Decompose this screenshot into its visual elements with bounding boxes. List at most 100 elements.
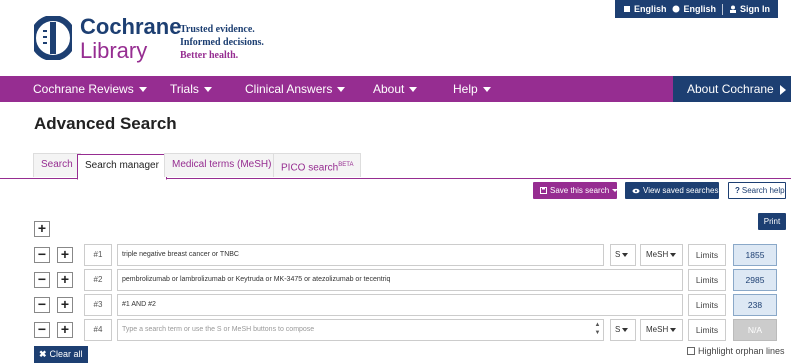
search-term-input[interactable]: #1 AND #2 (117, 294, 683, 316)
sign-in-link[interactable]: Sign In (729, 4, 770, 14)
chevron-down-icon (409, 87, 418, 93)
remove-line-button[interactable]: − (34, 297, 50, 313)
line-number: #1 (84, 244, 112, 266)
view-saved-searches-button[interactable]: View saved searches (625, 182, 719, 199)
tab-label: PICO search (281, 162, 339, 174)
search-select-s[interactable]: S (610, 244, 636, 266)
nav-label: Trials (170, 82, 199, 96)
nav-item-about[interactable]: About (373, 76, 418, 102)
limits-button[interactable]: Limits (688, 244, 726, 266)
clear-all-button[interactable]: ✖ Clear all (34, 346, 88, 363)
remove-line-button[interactable]: − (34, 247, 50, 263)
result-count-button[interactable]: 1855 (733, 244, 777, 266)
search-help-label: Search help (741, 186, 785, 195)
nav-label: Cochrane Reviews (33, 82, 134, 96)
site-logo[interactable]: Cochrane Library (80, 16, 181, 62)
print-button[interactable]: Print (758, 213, 786, 230)
about-cochrane-label: About Cochrane (687, 82, 774, 96)
search-select-s[interactable]: S (610, 319, 636, 341)
close-icon: ✖ (39, 349, 47, 359)
language-link-1[interactable]: English (623, 4, 667, 14)
flag-icon (623, 6, 630, 12)
language-label-1: English (633, 4, 667, 14)
tab-label: Search manager (85, 160, 159, 171)
mesh-label: MeSH (646, 250, 669, 259)
nav-label: About (373, 82, 405, 96)
add-line-button[interactable]: + (34, 221, 50, 237)
sign-in-label: Sign In (740, 4, 770, 14)
tagline: Trusted evidence. Informed decisions. Be… (180, 23, 264, 62)
nav-item-cochrane-reviews[interactable]: Cochrane Reviews (33, 76, 147, 102)
mesh-label: MeSH (646, 325, 669, 334)
save-search-button[interactable]: Save this search (533, 182, 619, 199)
highlight-orphan-toggle[interactable]: Highlight orphan lines (687, 346, 785, 356)
language-label-2: English (683, 4, 716, 14)
language-link-2[interactable]: English (672, 4, 716, 14)
limits-button[interactable]: Limits (688, 294, 726, 316)
remove-line-button[interactable]: − (34, 272, 50, 288)
nav-item-help[interactable]: Help (453, 76, 491, 102)
mesh-select[interactable]: MeSH (640, 244, 683, 266)
clear-all-label: Clear all (49, 349, 83, 359)
search-tabs: Search Search manager Medical terms (MeS… (0, 153, 791, 180)
tab-label: Medical terms (MeSH) (172, 159, 272, 170)
chevron-down-icon (670, 252, 677, 257)
utility-bar: English English Sign In (614, 0, 778, 18)
search-line: − + #2 pembrolizumab or lambrolizumab or… (0, 269, 791, 291)
tab-search[interactable]: Search (33, 153, 81, 177)
limits-button[interactable]: Limits (688, 269, 726, 291)
nav-item-trials[interactable]: Trials (170, 76, 212, 102)
add-line-button[interactable]: + (57, 272, 73, 288)
resize-stepper[interactable]: ▲ ▼ (592, 321, 603, 339)
save-icon (540, 187, 547, 195)
line-number: #2 (84, 269, 112, 291)
mesh-select[interactable]: MeSH (640, 319, 683, 341)
search-line: − + #3 #1 AND #2 Limits 238 (0, 294, 791, 316)
result-count-button[interactable]: 238 (733, 294, 777, 316)
add-line-button[interactable]: + (57, 247, 73, 263)
highlight-orphan-label: Highlight orphan lines (698, 346, 785, 356)
view-saved-label: View saved searches (643, 186, 719, 195)
nav-label: Help (453, 82, 478, 96)
remove-line-button[interactable]: − (34, 322, 50, 338)
result-count-button[interactable]: N/A (733, 319, 777, 341)
tab-pico-search[interactable]: PICO searchBETA (273, 153, 362, 177)
search-line: − + #1 triple negative breast cancer or … (0, 244, 791, 266)
chevron-down-icon (670, 327, 677, 332)
search-term-input[interactable]: pembrolizumab or lambrolizumab or Keytru… (117, 269, 683, 291)
search-term-input[interactable]: Type a search term or use the S or MeSH … (117, 319, 604, 341)
site-header: Cochrane Library Trusted evidence. Infor… (0, 0, 791, 76)
checkbox-icon[interactable] (687, 347, 695, 355)
nav-item-clinical-answers[interactable]: Clinical Answers (245, 76, 346, 102)
question-icon: ? (735, 186, 740, 195)
tab-label: Search (41, 159, 73, 170)
line-number: #4 (84, 319, 112, 341)
result-count-button[interactable]: 2985 (733, 269, 777, 291)
cochrane-logo-icon[interactable] (34, 16, 72, 60)
search-help-button[interactable]: ? Search help (728, 182, 786, 199)
beta-badge: BETA (338, 162, 354, 168)
logo-line-2: Library (80, 38, 148, 63)
chevron-right-icon (779, 84, 786, 95)
chevron-down-icon (138, 87, 147, 93)
tagline-line-2: Informed decisions. (180, 37, 264, 48)
chevron-down-icon (337, 87, 346, 93)
s-label: S (615, 325, 621, 334)
main-nav: Cochrane Reviews Trials Clinical Answers… (0, 76, 791, 102)
tab-search-manager[interactable]: Search manager (77, 154, 167, 180)
page-title: Advanced Search (34, 114, 177, 133)
add-line-button[interactable]: + (57, 322, 73, 338)
search-term-input[interactable]: triple negative breast cancer or TNBC (117, 244, 604, 266)
search-line: − + #4 Type a search term or use the S o… (0, 319, 791, 341)
chevron-down-icon (612, 189, 619, 193)
nav-label: Clinical Answers (245, 82, 333, 96)
about-cochrane-link[interactable]: About Cochrane (673, 76, 791, 102)
chevron-down-icon (622, 327, 629, 332)
line-number: #3 (84, 294, 112, 316)
s-label: S (615, 250, 621, 259)
add-line-button[interactable]: + (57, 297, 73, 313)
limits-button[interactable]: Limits (688, 319, 726, 341)
globe-icon (672, 5, 680, 13)
tab-medical-terms[interactable]: Medical terms (MeSH) (164, 153, 280, 177)
tagline-line-3: Better health. (180, 50, 239, 61)
